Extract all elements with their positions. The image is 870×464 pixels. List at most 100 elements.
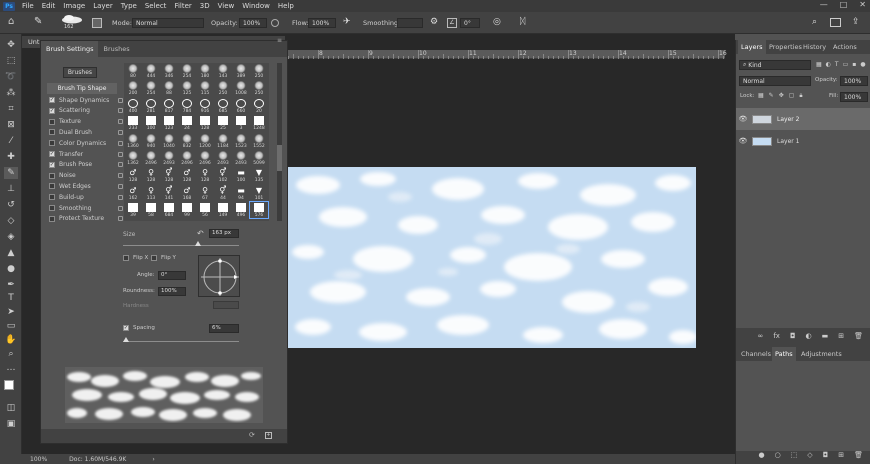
brush-tip[interactable]: ⚥ 102 [214, 167, 232, 183]
blur-tool-icon[interactable]: ▲ [4, 247, 18, 259]
brush-tip[interactable]: 684 [160, 202, 178, 218]
brush-option-shape-dynamics[interactable]: ✓ Shape Dynamics [49, 95, 123, 105]
doc-size-readout[interactable]: Doc: 1.60M/546.9K [69, 456, 126, 463]
brush-tip[interactable]: 400 [124, 98, 142, 114]
reset-size-icon[interactable]: ↶ [197, 229, 204, 238]
new-brush-icon[interactable]: + [265, 432, 272, 439]
tab-adjustments[interactable]: Adjustments [798, 347, 845, 361]
tip-grid-scrollbar[interactable] [277, 63, 282, 221]
brush-tool-icon[interactable]: ✎ [34, 16, 48, 30]
option-checkbox[interactable] [49, 215, 55, 222]
close-button[interactable]: ✕ [859, 0, 866, 9]
brush-tip[interactable]: 1523 [232, 133, 250, 149]
brush-tip[interactable]: 784 [178, 98, 196, 114]
brush-tip[interactable]: ♀ 113 [142, 185, 160, 201]
option-checkbox[interactable] [49, 194, 55, 201]
brush-tip[interactable]: 1008 [232, 80, 250, 96]
paint-bucket-tool-icon[interactable]: ◈ [4, 231, 18, 243]
brush-tip[interactable]: 250 [250, 63, 268, 79]
option-checkbox[interactable]: ✓ [49, 151, 55, 157]
brush-tip[interactable]: 125 [178, 80, 196, 96]
brush-tip[interactable]: 143 [214, 63, 232, 79]
smart-object-filter-icon[interactable]: ▪ [852, 61, 856, 68]
brush-panel-toggle-icon[interactable] [92, 18, 102, 28]
fill-path-icon[interactable]: ● [758, 451, 764, 463]
adjustment-layer-icon[interactable]: ◐ [806, 332, 812, 344]
lock-icon[interactable] [118, 140, 123, 146]
option-checkbox[interactable] [49, 129, 55, 136]
brush-tip[interactable]: ⚥ 44 [214, 185, 232, 201]
brush-option-smoothing[interactable]: Smoothing [49, 203, 123, 213]
fill-field[interactable]: 100% [840, 92, 868, 102]
visibility-eye-icon[interactable]: 👁︎ [738, 137, 748, 145]
angle-field[interactable]: 0° [460, 18, 480, 28]
status-menu-arrow-icon[interactable]: › [152, 456, 154, 463]
brush-tip[interactable]: 496 [232, 202, 250, 218]
lock-all-icon[interactable]: 🔒︎ [799, 92, 802, 100]
lock-icon[interactable] [118, 97, 123, 103]
option-checkbox[interactable] [49, 183, 55, 190]
brush-tip[interactable]: ▼ 135 [250, 167, 268, 183]
zoom-tool-icon[interactable]: ⌕ [4, 348, 18, 360]
lock-icon[interactable] [118, 216, 123, 222]
angle-field[interactable]: 0° [158, 271, 186, 280]
brush-tip[interactable]: 20 [250, 98, 268, 114]
brush-tip[interactable]: ♂ 128 [124, 167, 142, 183]
layer-name[interactable]: Layer 1 [777, 138, 799, 145]
option-checkbox[interactable] [49, 172, 55, 179]
brush-tip[interactable]: ♀ 67 [196, 185, 214, 201]
dodge-tool-icon[interactable]: ● [4, 263, 18, 275]
brush-tip[interactable]: 576 [249, 201, 269, 220]
panel-menu-icon[interactable]: ≡ [277, 37, 282, 44]
zoom-readout[interactable]: 100% [30, 456, 47, 463]
foreground-color-swatch[interactable] [4, 380, 14, 390]
maximize-button[interactable]: □ [840, 0, 848, 9]
spacing-slider-handle[interactable] [123, 337, 129, 342]
lock-icon[interactable] [118, 205, 123, 211]
size-slider-track[interactable] [123, 245, 239, 246]
menu-3d[interactable]: 3D [196, 2, 214, 10]
type-filter-icon[interactable]: T [835, 61, 839, 68]
lock-icon[interactable] [118, 194, 123, 200]
menu-layer[interactable]: Layer [89, 2, 117, 10]
brush-tip[interactable]: 80 [124, 63, 142, 79]
brush-tip[interactable]: 916 [196, 98, 214, 114]
brush-tip[interactable]: 24 [178, 115, 196, 131]
history-brush-tool-icon[interactable]: ↺ [4, 199, 18, 211]
lock-icon[interactable] [118, 183, 123, 189]
brush-preset-picker[interactable]: 162 [60, 14, 84, 32]
quick-selection-tool-icon[interactable]: ⁂ [4, 87, 18, 99]
brush-tip[interactable]: 685 [214, 98, 232, 114]
trash-icon[interactable]: 🗑︎ [854, 451, 863, 463]
brush-tip[interactable]: ▼ 101 [250, 185, 268, 201]
tab-brush-settings[interactable]: Brush Settings [41, 41, 99, 57]
brush-tip[interactable]: ♂ 128 [178, 167, 196, 183]
brush-option-transfer[interactable]: ✓ Transfer [49, 149, 123, 159]
brush-tip[interactable]: 1362 [124, 150, 142, 166]
brush-option-noise[interactable]: Noise [49, 171, 123, 181]
pressure-size-icon[interactable]: ◎ [493, 17, 504, 28]
airbrush-icon[interactable]: ✈ [343, 17, 354, 28]
spacing-field[interactable]: 6% [209, 324, 239, 333]
filter-kind-dropdown[interactable]: ⌕ Kind [739, 60, 811, 70]
brush-tool-selected-icon[interactable]: ✎ [4, 167, 18, 179]
trash-icon[interactable]: 🗑︎ [854, 332, 863, 344]
lock-pixels-icon[interactable]: ✎ [769, 92, 774, 100]
new-group-icon[interactable]: ▬ [822, 332, 829, 344]
flip-x-option[interactable]: Flip X [123, 255, 148, 261]
add-mask-icon[interactable]: ◘ [823, 451, 829, 463]
brush-tip[interactable]: 832 [178, 133, 196, 149]
brush-tip[interactable]: 250 [250, 80, 268, 96]
flow-field[interactable]: 100% [308, 18, 336, 28]
tab-brushes[interactable]: Brushes [98, 41, 134, 57]
flip-y-option[interactable]: Flip Y [151, 255, 176, 261]
brush-tip[interactable]: ♂ 162 [124, 185, 142, 201]
brush-tip[interactable]: 200 [124, 80, 142, 96]
lock-icon[interactable] [118, 129, 123, 135]
tab-channels[interactable]: Channels [738, 347, 774, 361]
eyedropper-tool-icon[interactable]: ⁄ [4, 135, 18, 147]
shape-filter-icon[interactable]: ▭ [843, 61, 849, 68]
brush-tip[interactable]: 660 [232, 98, 250, 114]
menu-view[interactable]: View [214, 2, 239, 10]
document-canvas[interactable] [288, 167, 696, 348]
